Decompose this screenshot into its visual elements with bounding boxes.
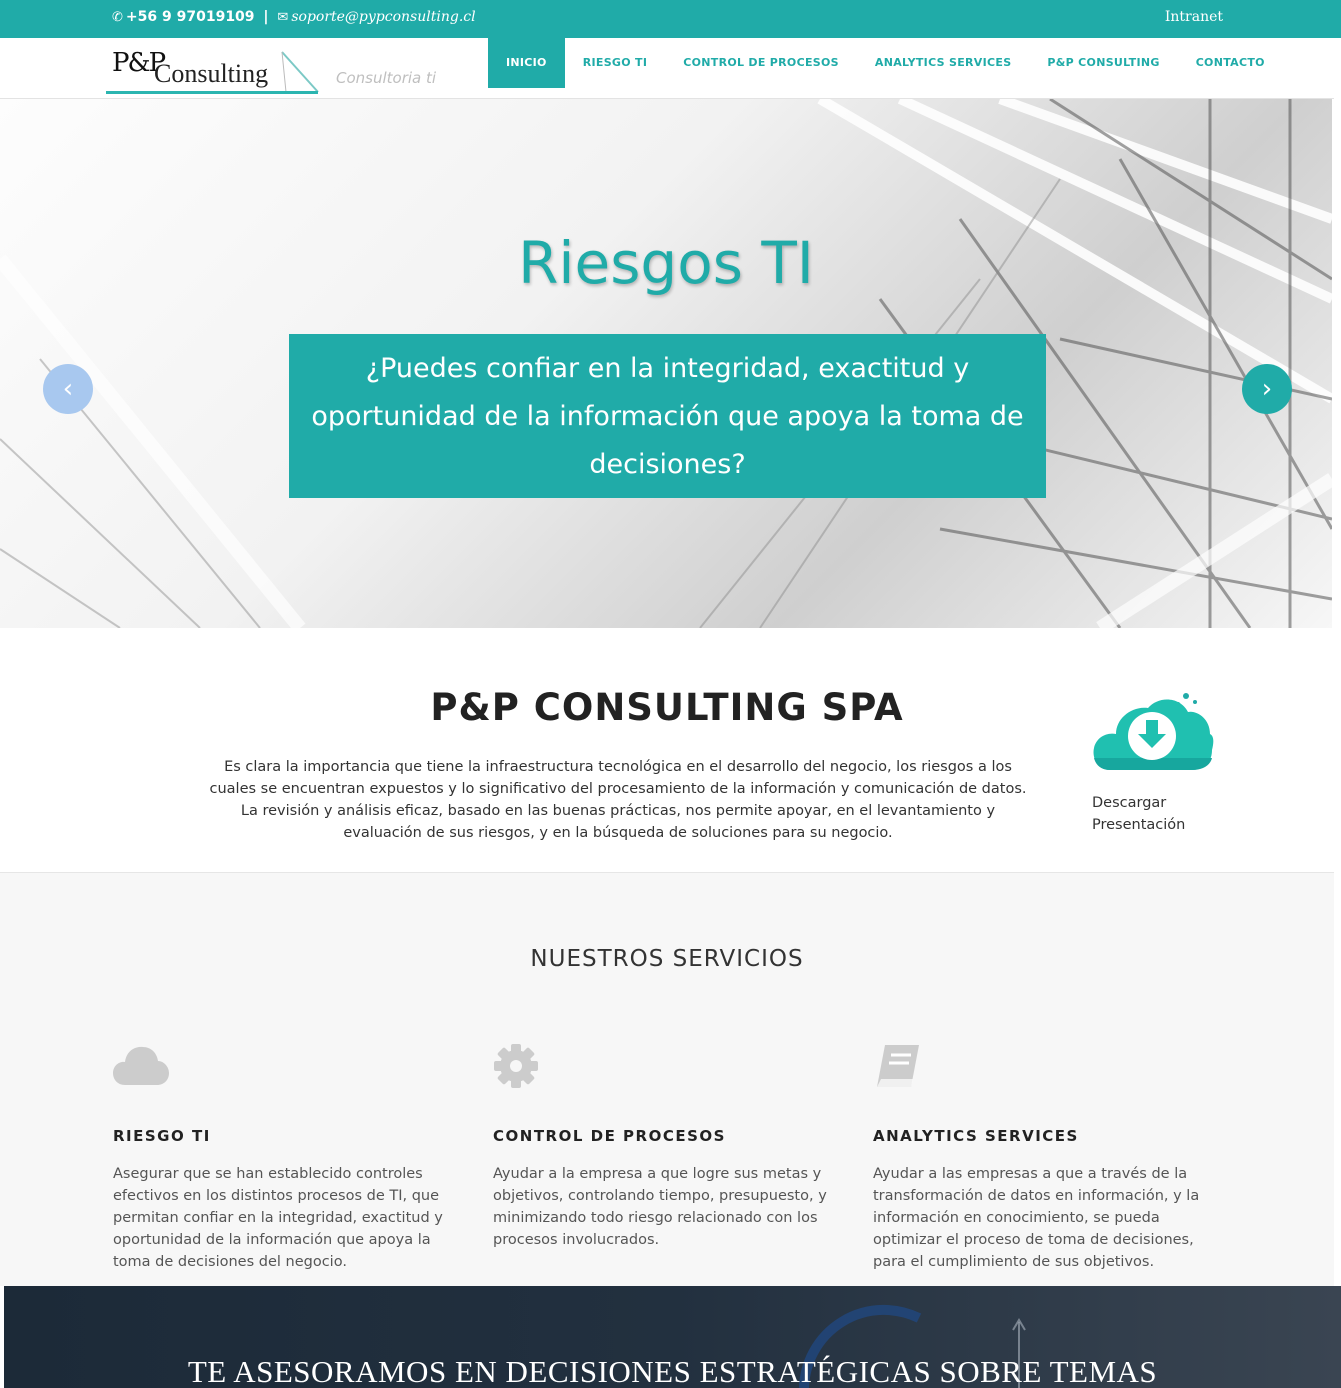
service-control-de-procesos: CONTROL DE PROCESOS Ayudar a la empresa … <box>493 1043 838 1251</box>
nav-control-de-procesos[interactable]: CONTROL DE PROCESOS <box>665 38 857 88</box>
intranet-link[interactable]: Intranet <box>1165 9 1223 25</box>
hero-title: Riesgos TI <box>518 229 814 297</box>
cloud-icon <box>113 1046 169 1085</box>
cloud-download-icon[interactable] <box>1092 688 1214 772</box>
service-description: Ayudar a las empresas a que a través de … <box>873 1166 1200 1270</box>
chevron-right-icon: › <box>1261 374 1273 404</box>
services-section: NUESTROS SERVICIOS RIESGO TI Asegurar qu… <box>0 873 1334 1286</box>
service-riesgo-ti: RIESGO TI Asegurar que se han establecid… <box>113 1043 458 1273</box>
logo-triangle-icon <box>281 51 319 93</box>
slider-next-button[interactable]: › <box>1242 364 1292 414</box>
logo-consulting: Consulting <box>154 59 269 88</box>
slider-prev-button[interactable]: ‹ <box>43 364 93 414</box>
chevron-left-icon: ‹ <box>62 374 74 404</box>
service-title: ANALYTICS SERVICES <box>873 1127 1079 1145</box>
hero-slider: Riesgos TI ¿Puedes confiar en la integri… <box>0 99 1332 628</box>
nav-inicio[interactable]: INICIO <box>488 38 565 88</box>
book-icon <box>877 1045 919 1087</box>
download-presentation[interactable]: Descargar Presentación <box>1092 688 1217 836</box>
gear-icon <box>494 1044 538 1088</box>
nav-analytics-services[interactable]: ANALYTICS SERVICES <box>857 38 1030 88</box>
strategy-banner: TE ASESORAMOS EN DECISIONES ESTRATÉGICAS… <box>4 1286 1341 1388</box>
company-description: Es clara la importancia que tiene la inf… <box>209 759 1027 841</box>
nav-contacto[interactable]: CONTACTO <box>1178 38 1283 88</box>
nav-riesgo-ti[interactable]: RIESGO TI <box>565 38 666 88</box>
tagline: Consultoria ti <box>336 69 437 87</box>
service-title: RIESGO TI <box>113 1127 211 1145</box>
phone-icon: ✆ <box>112 10 123 25</box>
phone-number[interactable]: +56 9 97019109 <box>126 9 255 25</box>
service-description: Asegurar que se han establecido controle… <box>113 1166 443 1270</box>
hero-caption: ¿Puedes confiar en la integridad, exacti… <box>289 334 1046 498</box>
service-analytics-services: ANALYTICS SERVICES Ayudar a las empresas… <box>873 1043 1218 1273</box>
nav-pp-consulting[interactable]: P&P CONSULTING <box>1029 38 1177 88</box>
support-email[interactable]: soporte@pypconsulting.cl <box>291 9 475 25</box>
top-bar: ✆ +56 9 97019109 | ✉ soporte@pypconsulting… <box>0 0 1341 38</box>
logo-underline <box>106 91 318 94</box>
about-section: P&P CONSULTING SPA Es clara la importanc… <box>0 628 1334 873</box>
service-description: Ayudar a la empresa a que logre sus meta… <box>493 1166 827 1248</box>
banner-text: TE ASESORAMOS EN DECISIONES ESTRATÉGICAS… <box>187 1354 1158 1388</box>
site-header: P&P Consulting Consultoria ti INICIO RIE… <box>0 38 1334 99</box>
service-title: CONTROL DE PROCESOS <box>493 1127 726 1145</box>
main-nav: INICIO RIESGO TI CONTROL DE PROCESOS ANA… <box>488 38 1283 88</box>
contact-info: ✆ +56 9 97019109 | ✉ soporte@pypconsulting… <box>112 9 476 25</box>
logo[interactable]: P&P Consulting <box>106 44 321 98</box>
download-label[interactable]: Descargar Presentación <box>1092 792 1217 836</box>
envelope-icon: ✉ <box>277 10 289 25</box>
contact-separator: | <box>263 9 269 25</box>
services-title: NUESTROS SERVICIOS <box>530 946 804 972</box>
